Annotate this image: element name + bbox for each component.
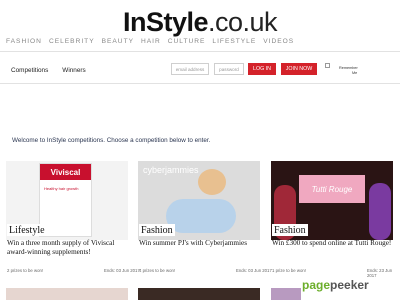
nav-beauty[interactable]: BEAUTY [102, 38, 134, 45]
model-right [369, 183, 391, 240]
nav-culture[interactable]: CULTURE [168, 38, 206, 45]
header-divider [0, 83, 400, 84]
nav-divider [0, 51, 400, 52]
image-brand-text: Tutti Rouge [299, 175, 365, 203]
card-prizes: 4 prizes to be won! [139, 268, 176, 273]
welcome-text: Welcome to InStyle competitions. Choose … [12, 137, 211, 144]
watermark-part2: peeker [330, 278, 369, 292]
pagepeeker-watermark: pagepeeker [302, 278, 369, 292]
remember-label-me: Me [352, 71, 358, 75]
subnav-winners[interactable]: Winners [62, 67, 85, 74]
nav-celebrity[interactable]: CELEBRITY [49, 38, 95, 45]
product-box: Viviscal Healthy hair growth [39, 163, 92, 237]
card-title[interactable]: Win summer PJ's with Cyberjammies [139, 239, 264, 248]
product-caption: Healthy hair growth [44, 186, 79, 191]
nav-fashion[interactable]: FASHION [6, 38, 42, 45]
card-title[interactable]: Win £300 to spend online at Tutti Rouge! [272, 239, 397, 248]
card-image-partial[interactable] [271, 288, 301, 300]
logo-domain: .co.uk [207, 7, 278, 37]
card-image-partial[interactable] [138, 288, 260, 300]
nav-hair[interactable]: HAIR [141, 38, 161, 45]
email-field[interactable]: email address [171, 63, 209, 75]
card-end-date: Ends: 03 Jun 2017 [104, 268, 140, 273]
card-category: Fashion [139, 224, 175, 236]
nav-videos[interactable]: VIDEOS [263, 38, 294, 45]
subnav-competitions[interactable]: Competitions [11, 67, 48, 74]
card-prizes: 2 prizes to be won! [7, 268, 44, 273]
remember-label: Remember [339, 66, 358, 70]
card-end-date: Ends: 23 Jun 2017 [367, 268, 393, 278]
join-button[interactable]: JOIN NOW [281, 63, 317, 75]
card-category: Fashion [272, 224, 308, 236]
card-title[interactable]: Win a three month supply of Viviscal awa… [7, 239, 132, 257]
password-field[interactable]: password [214, 63, 244, 75]
main-nav: FASHION CELEBRITY BEAUTY HAIR CULTURE LI… [6, 38, 294, 45]
sub-nav: Competitions Winners [11, 67, 86, 74]
image-brand-text: cyberjammies [143, 165, 199, 175]
card-image-partial[interactable] [6, 288, 128, 300]
watermark-part1: page [302, 278, 331, 292]
product-brand: Viviscal [40, 164, 91, 180]
login-button[interactable]: LOG IN [248, 63, 276, 75]
remember-checkbox[interactable] [325, 63, 330, 68]
pyjama-shape [166, 199, 236, 233]
model-head [198, 169, 226, 195]
card-end-date: Ends: 03 Jun 2017 [236, 268, 272, 273]
nav-lifestyle[interactable]: LIFESTYLE [212, 38, 256, 45]
site-logo[interactable]: InStyle.co.uk [0, 8, 400, 36]
card-category: Lifestyle [7, 224, 47, 236]
logo-brand: InStyle [122, 7, 209, 37]
card-prizes: 1 prize to be won! [272, 268, 306, 273]
